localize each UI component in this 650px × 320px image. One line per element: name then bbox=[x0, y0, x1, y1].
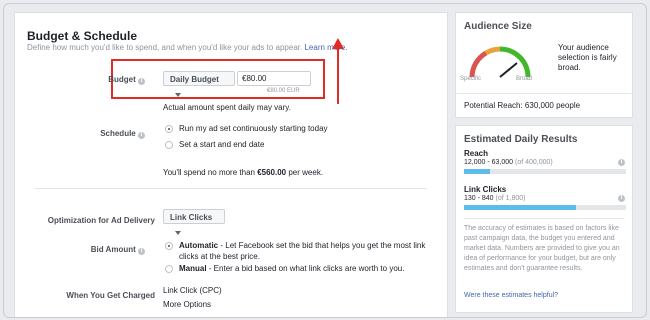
daily-results-title: Estimated Daily Results bbox=[464, 134, 578, 145]
chevron-down-icon bbox=[175, 230, 181, 235]
ad-set-editor: Budget & Schedule Define how much you'd … bbox=[3, 3, 647, 318]
actual-spend-note: Actual amount spent daily may vary. bbox=[163, 103, 291, 112]
budget-label-row: Budget i bbox=[75, 75, 145, 85]
optimization-dropdown[interactable]: Link Clicks bbox=[163, 209, 225, 235]
clicks-label: Link Clicks bbox=[464, 185, 507, 194]
reach-bar bbox=[464, 169, 626, 174]
budget-amount-input[interactable]: €80.00 bbox=[237, 71, 311, 86]
audience-size-card: Audience Size Specific Broad Your audien… bbox=[455, 12, 633, 118]
reach-range: 12,000 - 63,000 bbox=[464, 159, 514, 166]
helpful-link[interactable]: Were these estimates helpful? bbox=[464, 292, 558, 299]
daily-results-card: Estimated Daily Results Reach 12,000 - 6… bbox=[455, 125, 633, 313]
schedule-label-row: Schedule i bbox=[75, 129, 145, 139]
schedule-dates-radio[interactable] bbox=[165, 141, 173, 149]
bid-automatic-title: Automatic bbox=[179, 241, 219, 250]
optimization-label-row: Optimization for Ad Delivery bbox=[25, 216, 155, 225]
section-title: Budget & Schedule bbox=[27, 29, 138, 43]
audience-description: Your audience selection is fairly broad. bbox=[558, 43, 617, 72]
schedule-continuous-label[interactable]: Run my ad set continuously starting toda… bbox=[179, 124, 328, 133]
schedule-dates-label[interactable]: Set a start and end date bbox=[179, 140, 264, 149]
info-icon[interactable]: i bbox=[618, 159, 625, 166]
schedule-label: Schedule bbox=[100, 129, 136, 138]
spend-suffix: per week. bbox=[288, 168, 324, 177]
budget-label: Budget bbox=[108, 75, 136, 84]
reach-bar-fill bbox=[464, 169, 490, 174]
audience-divider bbox=[456, 93, 632, 94]
clicks-bar-fill bbox=[464, 205, 576, 210]
description-text: Define how much you'd like to spend, and… bbox=[27, 43, 303, 52]
chevron-down-icon bbox=[175, 92, 181, 97]
bid-automatic-label[interactable]: Automatic - Let Facebook set the bid tha… bbox=[179, 240, 437, 262]
bid-manual-radio[interactable] bbox=[165, 265, 173, 273]
spend-amount: €560.00 bbox=[257, 168, 287, 177]
info-icon[interactable]: i bbox=[618, 195, 625, 202]
potential-reach: Potential Reach: 630,000 people bbox=[464, 101, 581, 110]
info-icon[interactable]: i bbox=[138, 132, 145, 139]
reach-total: (of 400,000) bbox=[515, 159, 553, 166]
bid-label-row: Bid Amount i bbox=[75, 245, 145, 255]
more-options-link[interactable]: More Options bbox=[163, 300, 211, 309]
bid-automatic-radio[interactable] bbox=[165, 242, 173, 250]
bid-manual-title: Manual bbox=[179, 264, 207, 273]
bid-manual-label[interactable]: Manual - Enter a bid based on what link … bbox=[179, 264, 404, 273]
gauge-broad-label: Broad bbox=[516, 76, 533, 82]
budget-type-dropdown[interactable]: Daily Budget bbox=[163, 71, 235, 97]
clicks-values: 130 - 840 (of 1,800) bbox=[464, 195, 526, 202]
estimates-disclaimer: The accuracy of estimates is based on fa… bbox=[464, 225, 620, 272]
arrow-up-icon bbox=[332, 38, 344, 104]
gauge-needle bbox=[499, 62, 518, 78]
results-divider bbox=[464, 218, 624, 219]
clicks-range: 130 - 840 bbox=[464, 195, 494, 202]
optimization-label: Optimization for Ad Delivery bbox=[47, 216, 155, 225]
info-icon[interactable]: i bbox=[138, 78, 145, 85]
section-divider bbox=[35, 188, 427, 189]
audience-size-title: Audience Size bbox=[464, 21, 532, 32]
bid-label: Bid Amount bbox=[90, 245, 136, 254]
clicks-total: (of 1,800) bbox=[495, 195, 526, 202]
optimization-value: Link Clicks bbox=[170, 213, 213, 222]
budget-converted: €80.00 EUR bbox=[267, 88, 300, 94]
budget-type-value: Daily Budget bbox=[170, 75, 219, 84]
gauge-specific-label: Specific bbox=[460, 76, 482, 82]
reach-label: Reach bbox=[464, 149, 489, 158]
section-description: Define how much you'd like to spend, and… bbox=[27, 43, 348, 52]
charged-label-row: When You Get Charged bbox=[25, 291, 155, 300]
clicks-bar bbox=[464, 205, 626, 210]
info-icon[interactable]: i bbox=[138, 248, 145, 255]
schedule-continuous-radio[interactable] bbox=[165, 125, 173, 133]
budget-schedule-panel: Budget & Schedule Define how much you'd … bbox=[14, 12, 448, 317]
weekly-spend-text: You'll spend no more than €560.00 per we… bbox=[163, 168, 323, 177]
reach-values: 12,000 - 63,000 (of 400,000) bbox=[464, 159, 553, 166]
bid-manual-text: - Enter a bid based on what link clicks … bbox=[208, 264, 405, 273]
charged-value: Link Click (CPC) bbox=[163, 286, 222, 295]
spend-prefix: You'll spend no more than bbox=[163, 168, 255, 177]
charged-label: When You Get Charged bbox=[66, 291, 155, 300]
